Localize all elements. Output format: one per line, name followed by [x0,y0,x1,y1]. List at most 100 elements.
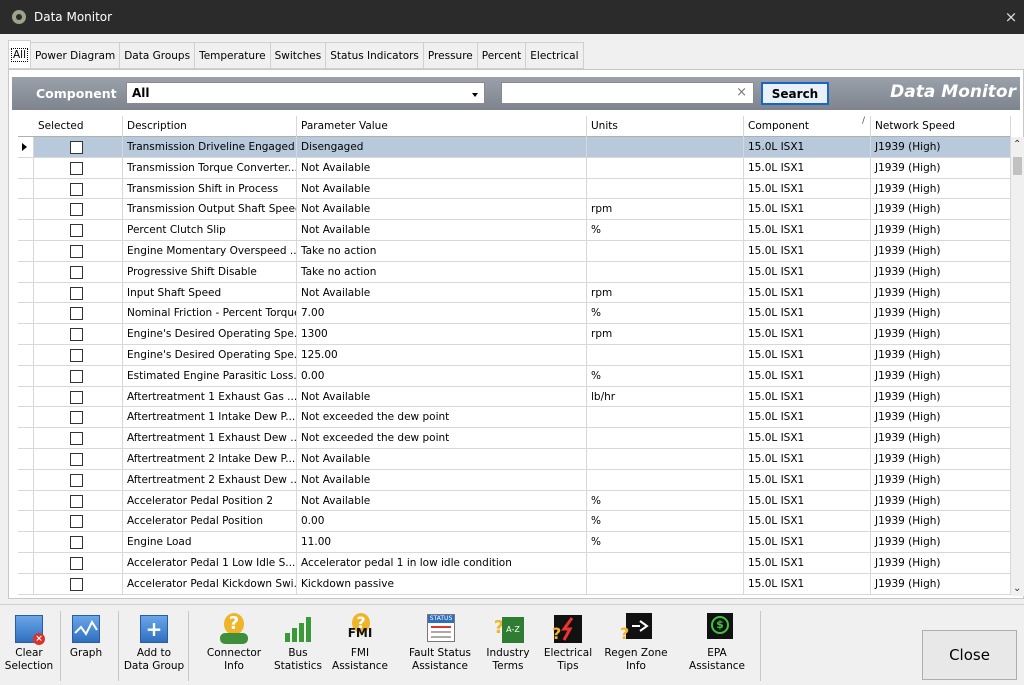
table-row[interactable]: Transmission Output Shaft Speed Not Avail… [18,199,1011,221]
table-row[interactable]: Engine Momentary Overspeed ... Take no ac… [18,241,1011,262]
row-header[interactable] [18,553,34,574]
regen-zone-button[interactable]: ? Regen Zone Info [600,613,672,673]
row-checkbox[interactable] [70,432,83,446]
row-header[interactable] [18,137,34,158]
row-checkbox[interactable] [70,182,83,196]
row-header[interactable] [18,261,34,283]
tab-electrical[interactable]: Electrical [526,42,584,69]
table-row[interactable]: Transmission Torque Converter... Not Avai… [18,157,1011,179]
row-checkbox[interactable] [70,473,83,487]
table-row[interactable]: Engine's Desired Operating Spe... 125.00 1… [18,345,1011,366]
row-checkbox[interactable] [70,557,83,570]
row-header[interactable] [18,345,34,366]
row-checkbox[interactable] [70,203,83,217]
row-checkbox[interactable] [70,390,83,404]
electrical-tips-button[interactable]: ? Electrical Tips [540,613,596,673]
row-checkbox[interactable] [70,577,83,591]
row-header[interactable] [18,178,34,200]
table-row[interactable]: Accelerator Pedal 1 Low Idle S... Acceler… [18,553,1011,574]
fault-status-button[interactable]: STATUS Fault Status Assistance [402,613,478,673]
table-row[interactable]: Aftertreatment 1 Exhaust Dew ... Not exce… [18,428,1011,449]
scroll-down-icon[interactable]: ⌄ [1013,583,1021,594]
row-header[interactable] [18,511,34,533]
search-button[interactable]: Search [761,82,829,105]
row-header[interactable] [18,532,34,553]
column-header-component[interactable]: Component [744,116,871,137]
table-row[interactable]: Estimated Engine Parasitic Loss... 0.00% 1… [18,365,1011,387]
column-header-parameter-value[interactable]: Parameter Value [297,116,587,137]
row-checkbox[interactable] [70,515,83,529]
table-row[interactable]: Nominal Friction - Percent Torque 7.00% 15… [18,303,1011,325]
fmi-assistance-button[interactable]: ? FMI FMI Assistance [330,613,390,673]
row-header[interactable] [18,220,34,241]
row-header[interactable] [18,490,34,512]
table-row[interactable]: Transmission Shift in Process Not Availab… [18,178,1011,200]
row-header[interactable] [18,407,34,429]
table-row[interactable]: Progressive Shift Disable Take no action 1… [18,261,1011,283]
tab-all[interactable]: All [8,40,32,69]
table-row[interactable]: Aftertreatment 2 Exhaust Dew ... Not Avai… [18,469,1011,491]
industry-terms-button[interactable]: ? A-Z Industry Terms [480,613,536,673]
table-row[interactable]: Engine Load 11.00% 15.0L ISX1 J1939 (High) [18,532,1011,553]
row-header[interactable] [18,157,34,179]
table-row[interactable]: Input Shaft Speed Not Available rpm 15.0L I… [18,282,1011,304]
vertical-scrollbar[interactable]: ⌃ ⌄ [1011,137,1024,596]
clear-selection-button[interactable]: × Clear Selection [4,613,54,673]
table-row[interactable]: Aftertreatment 1 Intake Dew P... Not exce… [18,407,1011,429]
tab-power-diagram[interactable]: Power Diagram [31,42,121,69]
column-header-description[interactable]: Description [123,116,297,137]
column-header-units[interactable]: Units [587,116,744,137]
tab-data-groups[interactable]: Data Groups [120,42,196,69]
row-checkbox[interactable] [70,307,83,321]
row-header[interactable] [18,428,34,449]
row-checkbox[interactable] [70,286,83,300]
row-header[interactable] [18,386,34,408]
tab-percent[interactable]: Percent [477,42,527,69]
row-header[interactable] [18,573,34,595]
tab-status-indicators[interactable]: Status Indicators [326,42,424,69]
component-dropdown[interactable]: All [126,82,485,104]
bus-statistics-button[interactable]: Bus Statistics [272,613,324,673]
row-header[interactable] [18,365,34,387]
row-header[interactable] [18,324,34,345]
row-header[interactable] [18,199,34,221]
row-header[interactable] [18,449,34,470]
table-row[interactable]: Transmission Driveline Engaged Disengaged… [18,137,1011,158]
table-row[interactable]: Accelerator Pedal Position 2 Not Availabl… [18,490,1011,512]
table-row[interactable]: Accelerator Pedal Position 0.00% 15.0L ISX… [18,511,1011,533]
scroll-up-icon[interactable]: ⌃ [1013,139,1021,150]
row-checkbox[interactable] [70,224,83,238]
window-close-button[interactable]: × [998,0,1024,34]
connector-info-button[interactable]: ? Connector Info [196,613,272,673]
tab-pressure[interactable]: Pressure [423,42,478,69]
row-checkbox[interactable] [70,349,83,362]
graph-button[interactable]: Graph [66,613,106,660]
tab-temperature[interactable]: Temperature [195,42,271,69]
row-checkbox[interactable] [70,265,83,279]
search-input[interactable]: × [501,82,754,104]
table-row[interactable]: Aftertreatment 1 Exhaust Gas ... Not Avai… [18,386,1011,408]
row-checkbox[interactable] [70,411,83,425]
epa-assistance-button[interactable]: $ EPA Assistance [682,613,752,673]
clear-search-icon[interactable]: × [736,85,747,100]
scroll-thumb[interactable] [1013,157,1022,175]
row-header[interactable] [18,282,34,304]
row-checkbox[interactable] [70,369,83,383]
column-header-network-speed[interactable]: Network Speed [871,116,1011,137]
row-checkbox[interactable] [70,536,83,550]
row-checkbox[interactable] [70,328,83,342]
row-checkbox[interactable] [70,245,83,258]
table-row[interactable]: Percent Clutch Slip Not Available% 15.0L I… [18,220,1011,241]
table-row[interactable]: Accelerator Pedal Kickdown Swi... Kickdow… [18,573,1011,595]
row-header[interactable] [18,303,34,325]
close-button[interactable]: Close [922,630,1017,680]
row-checkbox[interactable] [70,141,83,154]
table-row[interactable]: Engine's Desired Operating Spe... 1300 rpm… [18,324,1011,345]
tab-switches[interactable]: Switches [270,42,327,69]
column-header-selected[interactable]: Selected [34,116,123,137]
row-checkbox[interactable] [70,494,83,508]
row-header[interactable] [18,241,34,262]
table-row[interactable]: Aftertreatment 2 Intake Dew P... Not Avai… [18,449,1011,470]
row-checkbox[interactable] [70,453,83,466]
row-header[interactable] [18,469,34,491]
